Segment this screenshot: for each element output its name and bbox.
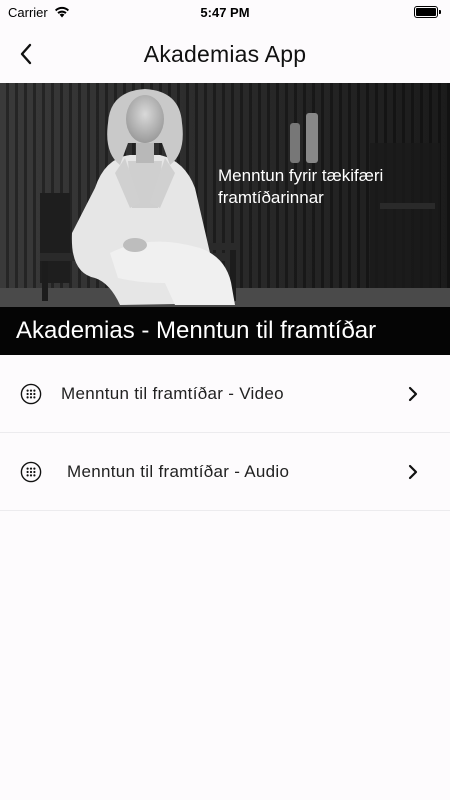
hero-banner-title: Akademias - Menntun til framtíðar bbox=[16, 317, 377, 344]
hero-section: Menntun fyrir tækifæri framtíðarinnar Ak… bbox=[0, 83, 450, 355]
chevron-right-icon bbox=[408, 386, 418, 401]
hero-caption-line1: Menntun fyrir tækifæri bbox=[218, 166, 384, 185]
page-title: Akademias App bbox=[143, 40, 307, 67]
grid-dots-icon bbox=[20, 461, 42, 482]
navigation-bar: Akademias App bbox=[0, 28, 450, 80]
hero-banner: Akademias - Menntun til framtíðar bbox=[0, 307, 450, 355]
list-item-video[interactable]: Menntun til framtíðar - Video bbox=[0, 355, 450, 433]
carrier-label: Carrier bbox=[8, 4, 48, 20]
hero-caption: Menntun fyrir tækifæri framtíðarinnar bbox=[218, 165, 448, 209]
battery-fill bbox=[416, 8, 436, 16]
status-bar: Carrier 5:47 PM bbox=[0, 0, 450, 24]
hero-caption-line2: framtíðarinnar bbox=[218, 188, 324, 207]
back-button[interactable] bbox=[10, 38, 42, 70]
list-item-audio[interactable]: Menntun til framtíðar - Audio bbox=[0, 433, 450, 511]
battery-icon bbox=[414, 6, 441, 18]
list-item-label: Menntun til framtíðar - Video bbox=[61, 383, 284, 403]
chevron-right-icon bbox=[408, 464, 418, 479]
wifi-icon bbox=[54, 6, 69, 18]
chevron-left-icon bbox=[20, 43, 32, 65]
list-item-label: Menntun til framtíðar - Audio bbox=[67, 461, 290, 481]
content-list: Menntun til framtíðar - Video Menntun ti… bbox=[0, 355, 450, 511]
grid-dots-icon bbox=[20, 383, 42, 404]
status-left: Carrier bbox=[8, 5, 70, 20]
